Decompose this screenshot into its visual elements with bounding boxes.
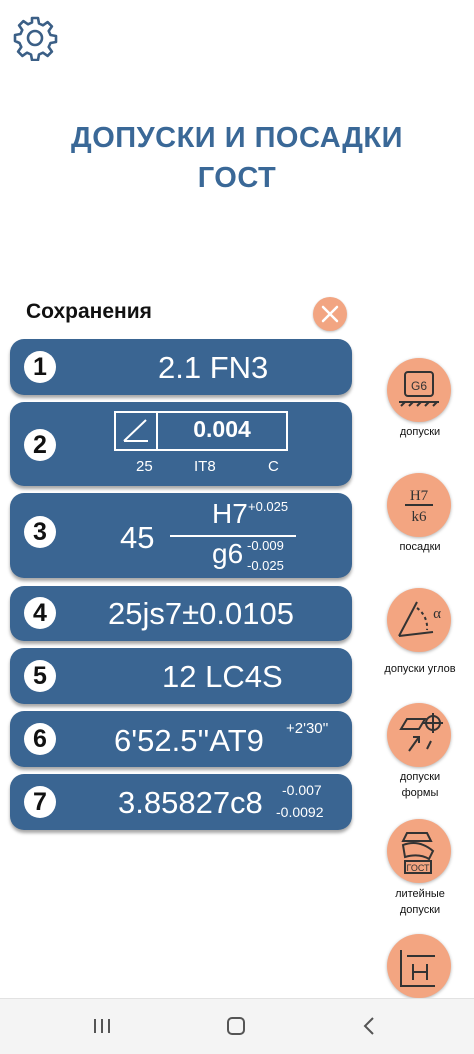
shaft-tolerance: g6 [212,538,244,569]
saved-item-6[interactable]: 6 6'52.5''AT9 +2'30'' [10,711,352,767]
shaft-lower-deviation: -0.025 [247,558,284,573]
tolerances-button[interactable]: G6 [387,358,451,422]
saves-heading: Сохранения [26,300,152,323]
hole-upper-deviation: +0.025 [248,499,289,514]
casting-tolerances-label-line2: допуски [399,904,441,916]
title-line-2: ГОСТ [197,162,277,194]
item-number: 6 [24,723,56,755]
tolerances-label: допуски [399,426,441,438]
recent-apps-icon[interactable] [82,1011,122,1041]
saved-item-3[interactable]: 3 45 H7 +0.025 g6 -0.009 -0.025 [10,493,352,578]
frame-label-size: 25 [136,458,153,475]
close-icon [321,305,339,323]
system-navigation-bar [0,998,474,1054]
angle-icon: α [398,601,441,637]
page-title: ДОПУСКИ И ПОСАДКИ ГОСТ [0,118,474,198]
tolerance-value: 0.004 [193,416,251,442]
casting-tolerances-label: литейные допуски [372,886,468,918]
dimension-chain-icon [400,950,435,987]
item-number: 4 [24,597,56,629]
item-number: 3 [24,516,56,548]
item-number: 2 [24,429,56,461]
item-number: 7 [24,786,56,818]
form-tolerances-label: допуски формы [372,769,468,801]
casting-tolerances-label-line1: литейные [395,888,445,900]
fits-label: посадки [399,541,441,553]
casting-icon: ГОСТ [401,832,435,874]
home-icon[interactable] [216,1011,256,1041]
form-tolerance-icon [399,713,443,752]
form-tolerances-button[interactable] [387,703,451,767]
casting-tolerances-button[interactable]: ГОСТ [387,819,451,883]
item-text: 6'52.5''AT9 [114,723,264,758]
angle-tolerances-button[interactable]: α [387,588,451,652]
gear-icon[interactable] [12,15,58,61]
fits-button[interactable]: H7 k6 [387,473,451,537]
item-text: 3.85827c8 [118,785,263,820]
item-lower-deviation: -0.0092 [276,804,324,820]
saved-item-5[interactable]: 5 12 LC4S [10,648,352,704]
saved-item-4[interactable]: 4 25js7±0.0105 [10,586,352,641]
svg-text:k6: k6 [412,509,428,525]
svg-text:α: α [433,606,441,622]
item-text: 25js7±0.0105 [108,596,294,631]
tolerance-frame: 0.004 [114,411,288,451]
frame-label-datum: C [268,458,279,475]
item-text: 2.1 FN3 [158,350,269,385]
title-line-1: ДОПУСКИ И ПОСАДКИ [71,122,403,154]
item-text: 12 LC4S [162,659,283,694]
svg-text:G6: G6 [411,379,427,393]
svg-text:ГОСТ: ГОСТ [406,863,430,873]
form-tolerances-label-line1: допуски [399,771,441,783]
close-saves-button[interactable] [313,297,347,331]
angle-tolerances-label: допуски углов [384,663,456,675]
nominal-size: 45 [120,520,155,555]
angularity-symbol-icon [123,419,148,442]
item-number: 5 [24,660,56,692]
frame-label-grade: IT8 [194,458,216,475]
item-upper-deviation: -0.007 [282,782,322,798]
fraction-line [170,535,296,537]
fit-fraction-icon: H7 k6 [405,488,433,525]
hole-tolerance: H7 [212,498,248,529]
saved-item-1[interactable]: 1 2.1 FN3 [10,339,352,395]
saved-item-2[interactable]: 2 0.004 25 IT8 C [10,402,352,486]
tolerance-g6-icon: G6 [399,371,439,407]
shaft-upper-deviation: -0.009 [247,538,284,553]
form-tolerances-label-line2: формы [401,787,439,799]
item-superscript: +2'30'' [286,720,329,737]
svg-text:H7: H7 [410,488,429,504]
dimension-chains-button[interactable] [387,934,451,998]
back-icon[interactable] [350,1011,390,1041]
saved-item-7[interactable]: 7 3.85827c8 -0.007 -0.0092 [10,774,352,830]
item-number: 1 [24,351,56,383]
